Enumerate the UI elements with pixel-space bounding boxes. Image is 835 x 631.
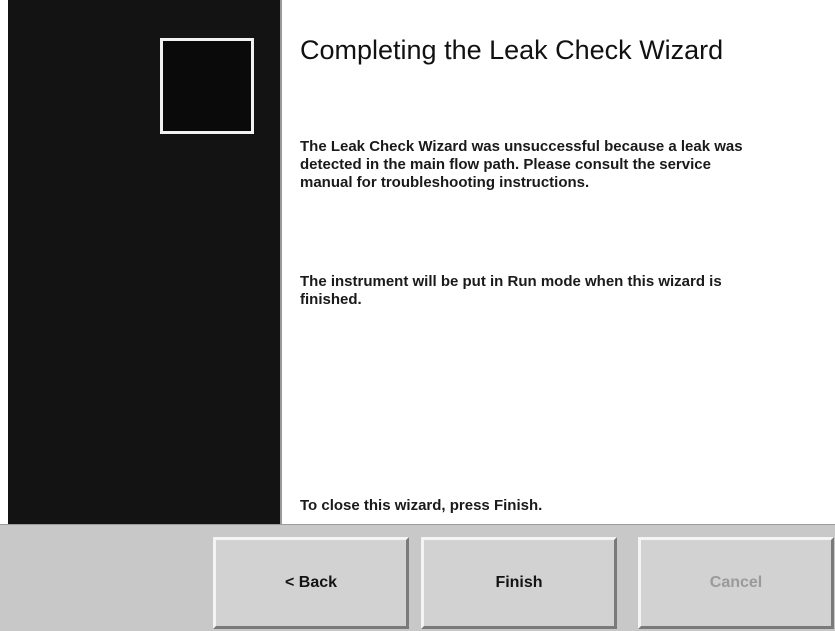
wizard-result-message: The Leak Check Wizard was unsuccessful b…: [300, 138, 743, 191]
wizard-logo-icon: [160, 38, 254, 134]
sidebar-divider: [280, 0, 282, 524]
wizard-button-bar: < Back Finish Cancel: [0, 524, 835, 631]
finish-button[interactable]: Finish: [421, 537, 617, 629]
wizard-content: Completing the Leak Check Wizard The Lea…: [300, 34, 820, 308]
wizard-run-mode-note: The instrument will be put in Run mode w…: [300, 273, 722, 308]
left-edge-strip: [0, 0, 8, 524]
wizard-title: Completing the Leak Check Wizard: [300, 35, 724, 65]
leak-check-wizard-window: Completing the Leak Check Wizard The Lea…: [0, 0, 835, 631]
wizard-sidebar: [8, 0, 280, 524]
wizard-close-instruction: To close this wizard, press Finish.: [300, 497, 543, 514]
back-button[interactable]: < Back: [213, 537, 409, 629]
cancel-button: Cancel: [638, 537, 834, 629]
